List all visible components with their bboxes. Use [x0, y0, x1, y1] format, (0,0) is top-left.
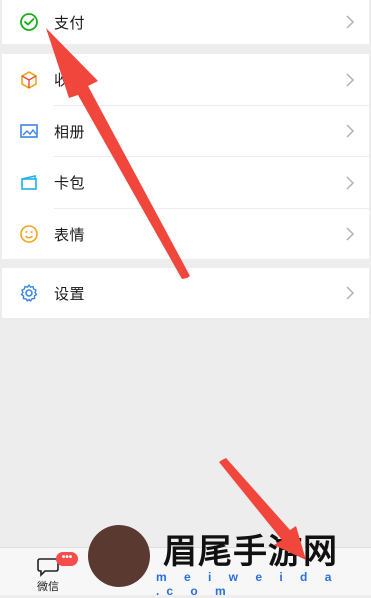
settings-group: 设置: [2, 268, 369, 318]
menu-item-settings[interactable]: 设置: [2, 268, 369, 318]
menu-item-label: 卡包: [54, 175, 86, 193]
chevron-right-icon: [346, 227, 355, 241]
album-icon: [18, 120, 40, 142]
menu-item-emoji[interactable]: 表情: [2, 209, 369, 261]
menu-item-card-wallet[interactable]: 卡包: [2, 157, 369, 209]
wechat-pay-icon: [18, 11, 40, 33]
watermark-title: 眉尾手游网: [163, 532, 338, 572]
menu-item-label: 表情: [54, 226, 86, 244]
card-wallet-icon: [18, 172, 40, 194]
gear-icon: [18, 282, 40, 304]
chevron-right-icon: [346, 176, 355, 190]
menu-item-album[interactable]: 相册: [2, 106, 369, 157]
menu-item-label: 设置: [54, 285, 86, 303]
watermark-logo: [88, 525, 150, 587]
pay-group: 支付: [2, 0, 369, 44]
menu-group-main: 收藏 相册 卡包 表情: [2, 54, 369, 259]
chevron-right-icon: [346, 286, 355, 300]
menu-item-pay[interactable]: 支付: [2, 0, 369, 44]
menu-item-favorites[interactable]: 收藏: [2, 54, 369, 106]
emoji-smile-icon: [18, 223, 40, 245]
menu-item-label: 支付: [54, 14, 86, 32]
chevron-right-icon: [346, 124, 355, 138]
menu-item-label: 收藏: [54, 72, 86, 90]
tab-label: 微信: [37, 581, 59, 593]
chevron-right-icon: [346, 73, 355, 87]
favorites-cube-icon: [18, 69, 40, 91]
menu-item-label: 相册: [54, 123, 86, 141]
unread-badge: •••: [56, 552, 78, 566]
chevron-right-icon: [346, 15, 355, 29]
